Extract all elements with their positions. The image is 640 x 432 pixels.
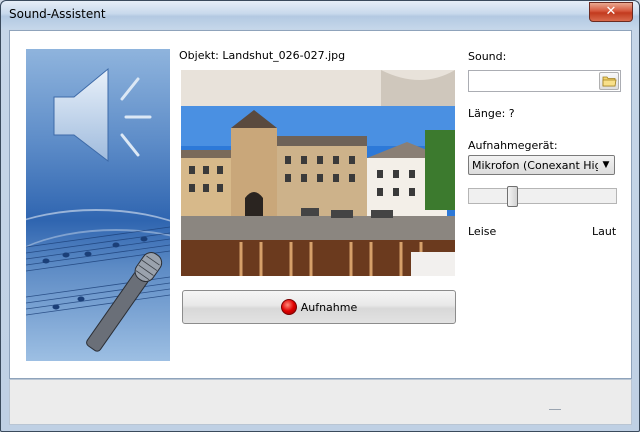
recording-device-value: Mikrofon (Conexant High (472, 159, 609, 172)
sound-file-input[interactable] (468, 70, 621, 92)
title-bar: Sound-Assistent ✕ (1, 1, 639, 29)
record-icon (280, 299, 297, 315)
volume-slider-track[interactable] (468, 188, 617, 204)
browse-sound-button[interactable] (599, 72, 619, 90)
microphone-icon (86, 252, 163, 352)
object-filename: Objekt: Landshut_026-027.jpg (179, 49, 346, 62)
resize-grip (549, 409, 561, 410)
button-bar (9, 379, 632, 425)
close-icon: ✕ (605, 4, 617, 19)
record-button-label: Aufnahme (300, 300, 358, 314)
length-label: Länge: ? (468, 107, 515, 120)
chevron-down-icon: ▼ (598, 156, 614, 174)
sound-label: Sound: (468, 50, 507, 63)
sound-assistant-window: Sound-Assistent ✕ Objekt: Landshut_026-0… (0, 0, 640, 432)
dialog-content: Objekt: Landshut_026-027.jpg Aufnahme So… (9, 30, 632, 379)
volume-max-label: Laut (592, 225, 617, 238)
record-button[interactable]: Aufnahme (182, 290, 456, 324)
window-title: Sound-Assistent (9, 7, 106, 21)
volume-min-label: Leise (468, 225, 497, 238)
object-preview-image (181, 70, 455, 276)
sound-illustration (26, 49, 170, 361)
recording-device-select[interactable]: Mikrofon (Conexant High ▼ (468, 155, 615, 175)
volume-slider-thumb[interactable] (507, 186, 518, 207)
recording-device-label: Aufnahmegerät: (468, 139, 558, 152)
close-button[interactable]: ✕ (589, 2, 633, 22)
folder-icon (602, 76, 617, 87)
